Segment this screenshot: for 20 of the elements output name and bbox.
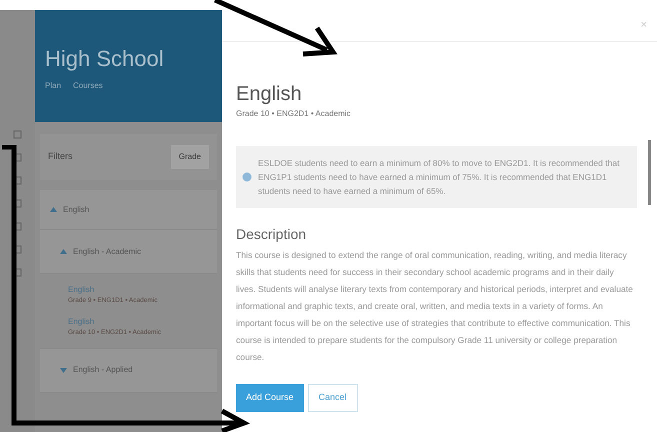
section-heading: Description	[236, 225, 306, 244]
tree-item[interactable]: English - Academic	[40, 230, 217, 274]
course-meta: Grade 10 • ENG2D1 • Academic	[236, 108, 351, 120]
nav-link[interactable]: Plan	[45, 80, 62, 92]
course-link[interactable]: English	[68, 284, 94, 296]
filters-toggle[interactable]: Filters	[48, 150, 72, 164]
cancel-button[interactable]: Cancel	[308, 384, 358, 412]
course-title: English	[236, 84, 302, 104]
info-icon	[242, 172, 252, 182]
scrollbar[interactable]	[648, 140, 651, 205]
description-text: This course is designed to extend the range of oral communication, reading, writing, and media literacy skills that students need for success in their secondary school academic programs and in their daily lives. Students will analyse literary texts from contemporary and historical periods, interpret and evaluate informational and graphic texts, and create oral, written, and media texts in a variety of forms. An important focus will be on the selective use of strategies that contribute to effective communication. This course is intended to prepare students for the compulsory Grade 11 university or college preparation course.	[236, 249, 634, 364]
tree-item[interactable]: English	[40, 190, 217, 230]
course-link[interactable]: English	[68, 316, 94, 328]
info-text: ESLDOE students need to earn a minimum of 80% to move to ENG2D1. It is recommended that ENG1P1 students need to have earned a minimum of 75%. It is recommended that ENG1D1 students need to have earned a minimum of 65%.	[258, 157, 620, 198]
add-course-button[interactable]: Add Course	[236, 384, 304, 412]
grade-select[interactable]: Grade	[170, 145, 209, 169]
nav-link[interactable]: Courses	[73, 80, 103, 92]
close-button[interactable]: ×	[640, 17, 647, 34]
page-title: High School	[45, 48, 164, 70]
tree-item[interactable]: English - Applied	[40, 348, 217, 392]
